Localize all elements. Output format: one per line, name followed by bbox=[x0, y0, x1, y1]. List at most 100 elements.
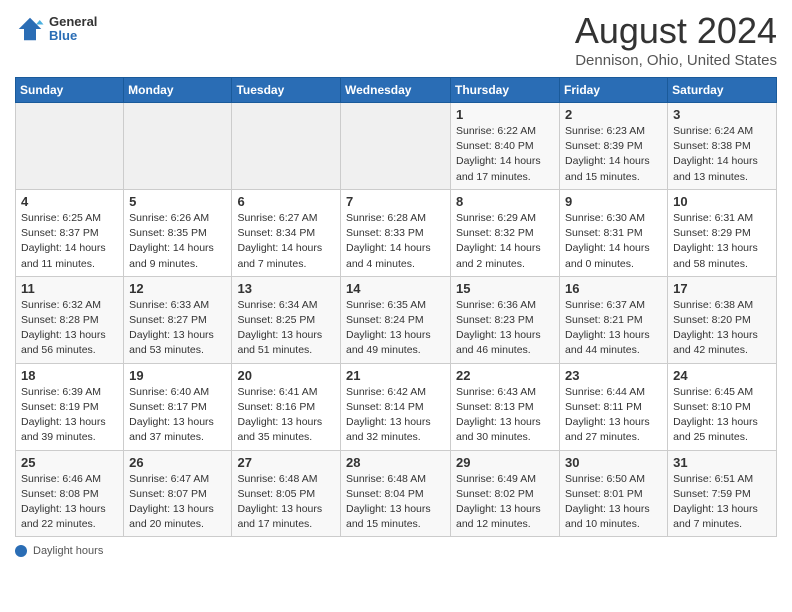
day-number: 30 bbox=[565, 455, 662, 470]
calendar-cell: 30 Sunrise: 6:50 AM Sunset: 8:01 PM Dayli… bbox=[560, 450, 668, 537]
calendar-cell: 17 Sunrise: 6:38 AM Sunset: 8:20 PM Dayli… bbox=[668, 276, 777, 363]
day-number: 20 bbox=[237, 368, 335, 383]
day-info: Sunrise: 6:26 AM Sunset: 8:35 PM Dayligh… bbox=[129, 211, 226, 272]
day-number: 4 bbox=[21, 194, 118, 209]
day-number: 22 bbox=[456, 368, 554, 383]
day-number: 27 bbox=[237, 455, 335, 470]
day-info: Sunrise: 6:27 AM Sunset: 8:34 PM Dayligh… bbox=[237, 211, 335, 272]
calendar-week: 4 Sunrise: 6:25 AM Sunset: 8:37 PM Daylig… bbox=[16, 189, 777, 276]
day-number: 9 bbox=[565, 194, 662, 209]
calendar-cell: 18Sunrise: 6:39 AM Sunset: 8:19 PM Dayli… bbox=[16, 363, 124, 450]
calendar-cell: 20 Sunrise: 6:41 AM Sunset: 8:16 PM Dayli… bbox=[232, 363, 341, 450]
day-number: 16 bbox=[565, 281, 662, 296]
logo-blue: Blue bbox=[49, 29, 97, 43]
calendar-cell: 12Sunrise: 6:33 AM Sunset: 8:27 PM Dayli… bbox=[124, 276, 232, 363]
day-info: Sunrise: 6:47 AM Sunset: 8:07 PM Dayligh… bbox=[129, 472, 226, 533]
day-info: Sunrise: 6:43 AM Sunset: 8:13 PM Dayligh… bbox=[456, 385, 554, 446]
calendar-cell: 3 Sunrise: 6:24 AM Sunset: 8:38 PM Daylig… bbox=[668, 103, 777, 190]
day-number: 28 bbox=[346, 455, 445, 470]
day-header: Saturday bbox=[668, 78, 777, 103]
calendar-cell: 29Sunrise: 6:49 AM Sunset: 8:02 PM Dayli… bbox=[451, 450, 560, 537]
day-header: Monday bbox=[124, 78, 232, 103]
day-info: Sunrise: 6:23 AM Sunset: 8:39 PM Dayligh… bbox=[565, 124, 662, 185]
calendar-body: 1 Sunrise: 6:22 AM Sunset: 8:40 PM Daylig… bbox=[16, 103, 777, 537]
calendar-table: SundayMondayTuesdayWednesdayThursdayFrid… bbox=[15, 77, 777, 537]
day-info: Sunrise: 6:41 AM Sunset: 8:16 PM Dayligh… bbox=[237, 385, 335, 446]
calendar-cell: 4 Sunrise: 6:25 AM Sunset: 8:37 PM Daylig… bbox=[16, 189, 124, 276]
day-info: Sunrise: 6:42 AM Sunset: 8:14 PM Dayligh… bbox=[346, 385, 445, 446]
day-number: 24 bbox=[673, 368, 771, 383]
day-info: Sunrise: 6:24 AM Sunset: 8:38 PM Dayligh… bbox=[673, 124, 771, 185]
day-header: Thursday bbox=[451, 78, 560, 103]
calendar-cell: 19 Sunrise: 6:40 AM Sunset: 8:17 PM Dayli… bbox=[124, 363, 232, 450]
calendar-cell: 6 Sunrise: 6:27 AM Sunset: 8:34 PM Daylig… bbox=[232, 189, 341, 276]
day-number: 1 bbox=[456, 107, 554, 122]
calendar-cell: 31Sunrise: 6:51 AM Sunset: 7:59 PM Dayli… bbox=[668, 450, 777, 537]
calendar-cell bbox=[232, 103, 341, 190]
month-title: August 2024 bbox=[575, 10, 777, 52]
day-number: 19 bbox=[129, 368, 226, 383]
day-info: Sunrise: 6:35 AM Sunset: 8:24 PM Dayligh… bbox=[346, 298, 445, 359]
calendar-cell: 13Sunrise: 6:34 AM Sunset: 8:25 PM Dayli… bbox=[232, 276, 341, 363]
day-info: Sunrise: 6:51 AM Sunset: 7:59 PM Dayligh… bbox=[673, 472, 771, 533]
day-info: Sunrise: 6:38 AM Sunset: 8:20 PM Dayligh… bbox=[673, 298, 771, 359]
day-number: 25 bbox=[21, 455, 118, 470]
day-info: Sunrise: 6:32 AM Sunset: 8:28 PM Dayligh… bbox=[21, 298, 118, 359]
day-info: Sunrise: 6:37 AM Sunset: 8:21 PM Dayligh… bbox=[565, 298, 662, 359]
day-number: 11 bbox=[21, 281, 118, 296]
day-info: Sunrise: 6:50 AM Sunset: 8:01 PM Dayligh… bbox=[565, 472, 662, 533]
calendar-cell: 28 Sunrise: 6:48 AM Sunset: 8:04 PM Dayli… bbox=[341, 450, 451, 537]
footer-label: Daylight hours bbox=[33, 545, 103, 557]
day-header: Tuesday bbox=[232, 78, 341, 103]
day-number: 6 bbox=[237, 194, 335, 209]
day-info: Sunrise: 6:22 AM Sunset: 8:40 PM Dayligh… bbox=[456, 124, 554, 185]
day-header: Sunday bbox=[16, 78, 124, 103]
calendar-cell: 5 Sunrise: 6:26 AM Sunset: 8:35 PM Daylig… bbox=[124, 189, 232, 276]
day-number: 15 bbox=[456, 281, 554, 296]
day-number: 12 bbox=[129, 281, 226, 296]
day-number: 8 bbox=[456, 194, 554, 209]
calendar-cell: 10Sunrise: 6:31 AM Sunset: 8:29 PM Dayli… bbox=[668, 189, 777, 276]
day-number: 5 bbox=[129, 194, 226, 209]
day-number: 23 bbox=[565, 368, 662, 383]
day-info: Sunrise: 6:48 AM Sunset: 8:04 PM Dayligh… bbox=[346, 472, 445, 533]
day-info: Sunrise: 6:28 AM Sunset: 8:33 PM Dayligh… bbox=[346, 211, 445, 272]
day-number: 2 bbox=[565, 107, 662, 122]
day-info: Sunrise: 6:40 AM Sunset: 8:17 PM Dayligh… bbox=[129, 385, 226, 446]
day-info: Sunrise: 6:39 AM Sunset: 8:19 PM Dayligh… bbox=[21, 385, 118, 446]
logo-text: General Blue bbox=[49, 15, 97, 44]
calendar-cell bbox=[341, 103, 451, 190]
day-info: Sunrise: 6:29 AM Sunset: 8:32 PM Dayligh… bbox=[456, 211, 554, 272]
calendar-cell: 8 Sunrise: 6:29 AM Sunset: 8:32 PM Daylig… bbox=[451, 189, 560, 276]
location-title: Dennison, Ohio, United States bbox=[575, 52, 777, 69]
day-info: Sunrise: 6:45 AM Sunset: 8:10 PM Dayligh… bbox=[673, 385, 771, 446]
calendar-cell bbox=[16, 103, 124, 190]
day-header: Wednesday bbox=[341, 78, 451, 103]
day-info: Sunrise: 6:25 AM Sunset: 8:37 PM Dayligh… bbox=[21, 211, 118, 272]
title-block: August 2024 Dennison, Ohio, United State… bbox=[575, 10, 777, 69]
calendar-cell: 16 Sunrise: 6:37 AM Sunset: 8:21 PM Dayli… bbox=[560, 276, 668, 363]
day-info: Sunrise: 6:46 AM Sunset: 8:08 PM Dayligh… bbox=[21, 472, 118, 533]
calendar-cell: 25 Sunrise: 6:46 AM Sunset: 8:08 PM Dayli… bbox=[16, 450, 124, 537]
calendar-week: 18Sunrise: 6:39 AM Sunset: 8:19 PM Dayli… bbox=[16, 363, 777, 450]
calendar-cell: 9Sunrise: 6:30 AM Sunset: 8:31 PM Daylig… bbox=[560, 189, 668, 276]
day-number: 13 bbox=[237, 281, 335, 296]
calendar-cell: 1 Sunrise: 6:22 AM Sunset: 8:40 PM Daylig… bbox=[451, 103, 560, 190]
day-number: 10 bbox=[673, 194, 771, 209]
day-number: 17 bbox=[673, 281, 771, 296]
day-number: 14 bbox=[346, 281, 445, 296]
day-info: Sunrise: 6:48 AM Sunset: 8:05 PM Dayligh… bbox=[237, 472, 335, 533]
day-number: 7 bbox=[346, 194, 445, 209]
calendar-cell: 24 Sunrise: 6:45 AM Sunset: 8:10 PM Dayli… bbox=[668, 363, 777, 450]
calendar-cell: 22 Sunrise: 6:43 AM Sunset: 8:13 PM Dayli… bbox=[451, 363, 560, 450]
day-number: 29 bbox=[456, 455, 554, 470]
calendar-week: 1 Sunrise: 6:22 AM Sunset: 8:40 PM Daylig… bbox=[16, 103, 777, 190]
calendar-header: SundayMondayTuesdayWednesdayThursdayFrid… bbox=[16, 78, 777, 103]
footer: Daylight hours bbox=[15, 545, 777, 557]
day-number: 3 bbox=[673, 107, 771, 122]
day-number: 26 bbox=[129, 455, 226, 470]
calendar-week: 11 Sunrise: 6:32 AM Sunset: 8:28 PM Dayli… bbox=[16, 276, 777, 363]
day-info: Sunrise: 6:44 AM Sunset: 8:11 PM Dayligh… bbox=[565, 385, 662, 446]
calendar-cell: 14 Sunrise: 6:35 AM Sunset: 8:24 PM Dayli… bbox=[341, 276, 451, 363]
calendar-cell: 7 Sunrise: 6:28 AM Sunset: 8:33 PM Daylig… bbox=[341, 189, 451, 276]
